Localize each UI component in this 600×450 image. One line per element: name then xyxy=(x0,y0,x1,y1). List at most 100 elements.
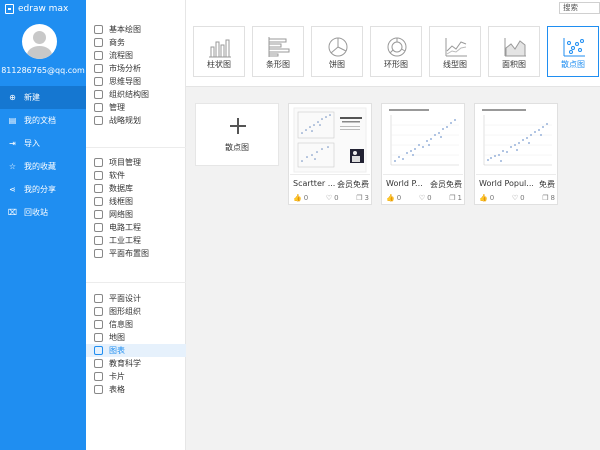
circuit-icon xyxy=(94,223,103,232)
market-analysis-icon xyxy=(94,64,103,73)
import-icon: ⇥ xyxy=(9,138,16,148)
template-card[interactable]: Scartter ... 会员免费 👍 0 ♡ 0 ❐ 3 xyxy=(288,103,372,205)
copy-count: 3 xyxy=(364,194,369,202)
nav-item-label: 我的文档 xyxy=(24,116,56,125)
new-blank-card[interactable]: 散点图 xyxy=(195,103,279,166)
category-item[interactable]: 平面布置图 xyxy=(86,247,186,260)
category-item[interactable]: 战略规划 xyxy=(86,114,186,127)
template-card[interactable]: World Popul... 免费 👍 0 ♡ 0 ❐ 8 xyxy=(474,103,558,205)
category-item[interactable]: 组织结构图 xyxy=(86,88,186,101)
wireframe-icon xyxy=(94,197,103,206)
nav-item-label: 我的分享 xyxy=(24,185,56,194)
like-icon[interactable]: 👍 xyxy=(386,194,395,202)
document-icon: ▤ xyxy=(8,115,17,125)
nav-item-new[interactable]: ⊕ 新建 xyxy=(0,86,86,109)
category-item[interactable]: 地图 xyxy=(86,331,186,344)
category-item[interactable]: 平面设计 xyxy=(86,292,186,305)
chart-type-scatter[interactable]: 散点图 xyxy=(547,26,599,77)
plus-icon xyxy=(230,118,246,134)
nav-item-label: 新建 xyxy=(24,93,40,102)
like-icon[interactable]: 👍 xyxy=(479,194,488,202)
main-nav: ⊕ 新建 ▤ 我的文档 ⇥ 导入 ☆ 我的收藏 ⋖ 我的分享 ⌧ 回收站 xyxy=(0,86,86,224)
trash-icon: ⌧ xyxy=(7,207,18,217)
heart-icon[interactable]: ♡ xyxy=(512,194,518,202)
category-item[interactable]: 工业工程 xyxy=(86,234,186,247)
category-group-design: 平面设计 图形组织 信息图 地图 图表 教育科学 卡片 表格 xyxy=(86,292,186,396)
category-item[interactable]: 商务 xyxy=(86,36,186,49)
chart-type-label: 柱状图 xyxy=(207,60,231,69)
category-item[interactable]: 图形组织 xyxy=(86,305,186,318)
category-item[interactable]: 软件 xyxy=(86,169,186,182)
pie-chart-icon xyxy=(328,37,348,57)
category-divider xyxy=(86,147,186,148)
category-item[interactable]: 表格 xyxy=(86,383,186,396)
category-item[interactable]: 流程图 xyxy=(86,49,186,62)
strategy-icon xyxy=(94,116,103,125)
category-group-business: 基本绘图 商务 流程图 市场分析 思维导图 组织结构图 管理 战略规划 xyxy=(86,23,186,127)
nav-item-favorites[interactable]: ☆ 我的收藏 xyxy=(0,155,86,178)
chart-type-label: 环形图 xyxy=(384,60,408,69)
category-item[interactable]: 信息图 xyxy=(86,318,186,331)
category-item[interactable]: 管理 xyxy=(86,101,186,114)
chart-type-bar[interactable]: 柱状图 xyxy=(193,26,245,77)
category-item[interactable]: 电路工程 xyxy=(86,221,186,234)
category-item[interactable]: 线框图 xyxy=(86,195,186,208)
category-item[interactable]: 卡片 xyxy=(86,370,186,383)
flowchart-icon xyxy=(94,51,103,60)
org-chart-icon xyxy=(94,90,103,99)
scatter-chart-icon xyxy=(563,38,585,57)
software-icon xyxy=(94,171,103,180)
favorite-count: 0 xyxy=(334,194,339,202)
like-count: 0 xyxy=(303,194,309,202)
edraw-logo-icon xyxy=(5,4,14,14)
copy-count: 1 xyxy=(457,194,462,202)
template-card[interactable]: World P... 会员免费 👍 0 ♡ 0 ❐ 1 xyxy=(381,103,465,205)
heart-icon[interactable]: ♡ xyxy=(419,194,425,202)
nav-item-import[interactable]: ⇥ 导入 xyxy=(0,132,86,155)
chart-type-label: 面积图 xyxy=(502,60,526,69)
template-thumbnail-image xyxy=(385,107,461,173)
chart-type-label: 线型图 xyxy=(443,60,467,69)
line-chart-icon xyxy=(445,38,467,57)
chart-icon xyxy=(94,346,103,355)
copy-icon[interactable]: ❐ xyxy=(356,194,362,202)
template-thumbnail xyxy=(476,105,556,175)
nav-item-my-shares[interactable]: ⋖ 我的分享 xyxy=(0,178,86,201)
chart-type-horizontal-bar[interactable]: 条形图 xyxy=(252,26,304,77)
nav-item-my-documents[interactable]: ▤ 我的文档 xyxy=(0,109,86,132)
floor-plan-icon xyxy=(94,249,103,258)
graphic-design-icon xyxy=(94,294,103,303)
database-icon xyxy=(94,184,103,193)
chart-type-pie[interactable]: 饼图 xyxy=(311,26,363,77)
copy-icon[interactable]: ❐ xyxy=(449,194,455,202)
chart-type-line[interactable]: 线型图 xyxy=(429,26,481,77)
top-strip xyxy=(186,0,600,15)
favorite-count: 0 xyxy=(520,194,525,202)
category-item-charts[interactable]: 图表 xyxy=(86,344,186,357)
basic-drawing-icon xyxy=(94,25,103,34)
category-item[interactable]: 思维导图 xyxy=(86,75,186,88)
education-science-icon xyxy=(94,359,103,368)
template-name: World Popul... xyxy=(479,179,533,188)
management-icon xyxy=(94,103,103,112)
category-item[interactable]: 数据库 xyxy=(86,182,186,195)
category-item[interactable]: 教育科学 xyxy=(86,357,186,370)
category-item[interactable]: 基本绘图 xyxy=(86,23,186,36)
like-icon[interactable]: 👍 xyxy=(293,194,302,202)
nav-item-recycle-bin[interactable]: ⌧ 回收站 xyxy=(0,201,86,224)
copy-icon[interactable]: ❐ xyxy=(542,194,548,202)
avatar[interactable] xyxy=(22,24,57,59)
category-item[interactable]: 网络图 xyxy=(86,208,186,221)
app-logo[interactable]: edraw max xyxy=(5,4,68,14)
chart-type-donut[interactable]: 环形图 xyxy=(370,26,422,77)
heart-icon[interactable]: ♡ xyxy=(326,194,332,202)
like-count: 0 xyxy=(396,194,402,202)
bar-chart-icon xyxy=(209,39,231,58)
category-item[interactable]: 项目管理 xyxy=(86,156,186,169)
category-item[interactable]: 市场分析 xyxy=(86,62,186,75)
category-group-engineering: 项目管理 软件 数据库 线框图 网络图 电路工程 工业工程 平面布置图 xyxy=(86,156,186,260)
chart-type-area[interactable]: 面积图 xyxy=(488,26,540,77)
favorite-count: 0 xyxy=(427,194,432,202)
network-icon xyxy=(94,210,103,219)
search-input[interactable]: 搜索 xyxy=(559,2,600,14)
